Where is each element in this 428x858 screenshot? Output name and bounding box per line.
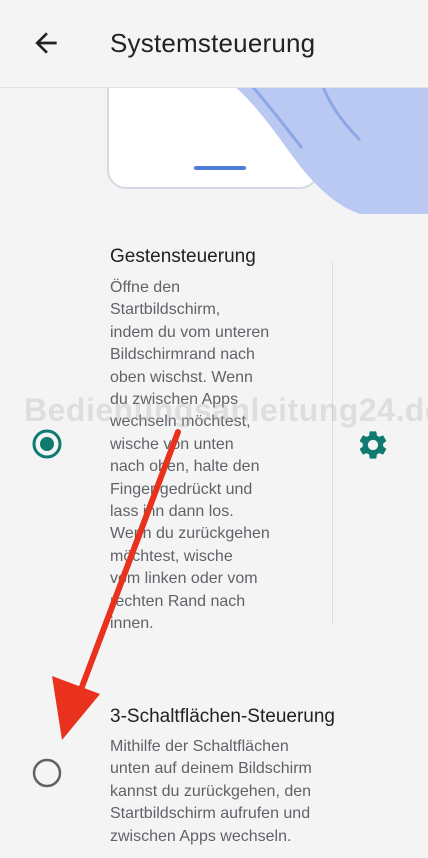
arrow-left-icon[interactable] [30, 27, 62, 59]
app-bar: Systemsteuerung [0, 0, 428, 88]
option-title-gesture: Gestensteuerung [110, 246, 256, 267]
radio-unselected-icon[interactable] [31, 757, 63, 789]
divider [332, 262, 333, 624]
page-title: Systemsteuerung [110, 28, 316, 58]
gesture-illustration [0, 88, 428, 214]
option-description-three-button: Mithilfe der Schaltflächen unten auf dei… [110, 738, 312, 845]
gear-icon[interactable] [356, 428, 390, 462]
option-title-three-button: 3-Schaltflächen-Steuerung [110, 706, 335, 727]
option-description-gesture: Öffne den Startbildschirm, indem du vom … [110, 279, 270, 633]
radio-selected-icon[interactable] [31, 428, 63, 460]
